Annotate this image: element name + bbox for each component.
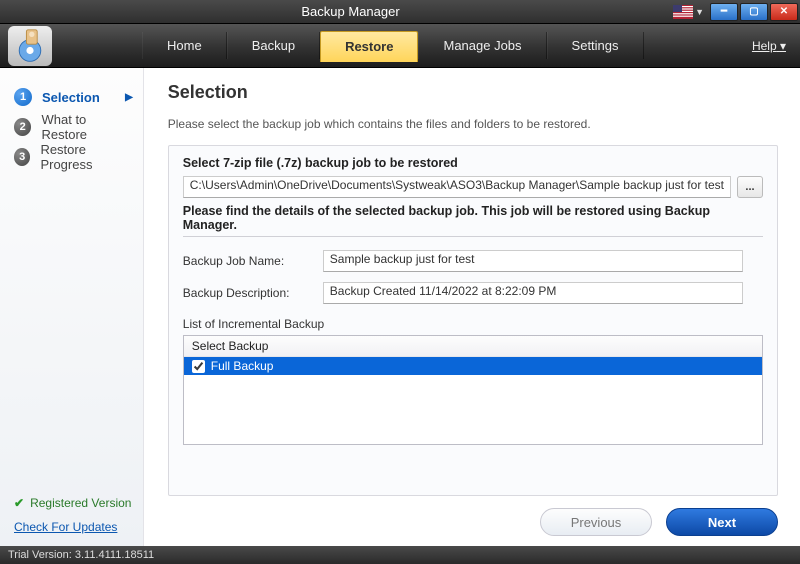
- titlebar: Backup Manager ▼ ━ ▢ ✕: [0, 0, 800, 24]
- tab-backup[interactable]: Backup: [227, 32, 320, 59]
- minimize-button[interactable]: ━: [710, 3, 738, 21]
- tab-manage-jobs[interactable]: Manage Jobs: [418, 32, 546, 59]
- job-name-label: Backup Job Name:: [183, 254, 323, 268]
- page-title: Selection: [168, 82, 778, 103]
- toolbar: Home Backup Restore Manage Jobs Settings…: [0, 24, 800, 68]
- tab-settings[interactable]: Settings: [547, 32, 644, 59]
- select-7z-label: Select 7-zip file (.7z) backup job to be…: [183, 156, 763, 170]
- chevron-down-icon: ▾: [780, 39, 786, 53]
- registered-label: Registered Version: [30, 496, 131, 510]
- step-number-1: 1: [14, 88, 32, 106]
- step-label: Restore Progress: [40, 142, 132, 172]
- step-what-to-restore[interactable]: 2 What to Restore: [0, 112, 143, 142]
- tab-restore[interactable]: Restore: [320, 31, 418, 62]
- job-name-field[interactable]: Sample backup just for test: [323, 250, 743, 272]
- check-updates-link[interactable]: Check For Updates: [14, 520, 135, 534]
- step-selection[interactable]: 1 Selection ▶: [0, 82, 143, 112]
- checkmark-icon: ✔: [14, 496, 24, 510]
- divider: [183, 236, 763, 237]
- step-label: Selection: [42, 90, 100, 105]
- step-restore-progress[interactable]: 3 Restore Progress: [0, 142, 143, 172]
- help-link[interactable]: Help ▾: [752, 39, 786, 53]
- list-item-label: Full Backup: [211, 359, 274, 373]
- wizard-sidebar: 1 Selection ▶ 2 What to Restore 3 Restor…: [0, 68, 144, 546]
- close-button[interactable]: ✕: [770, 3, 798, 21]
- incremental-list-label: List of Incremental Backup: [183, 317, 763, 331]
- registered-status: ✔ Registered Version: [14, 496, 135, 510]
- next-button[interactable]: Next: [666, 508, 778, 536]
- browse-button[interactable]: ...: [737, 176, 763, 198]
- step-label: What to Restore: [41, 112, 132, 142]
- backup-path-input[interactable]: C:\Users\Admin\OneDrive\Documents\Systwe…: [183, 176, 731, 198]
- status-bar: Trial Version: 3.11.4111.18511: [0, 546, 800, 564]
- help-label: Help: [752, 39, 777, 53]
- app-logo-icon: [8, 26, 52, 66]
- description-field[interactable]: Backup Created 11/14/2022 at 8:22:09 PM: [323, 282, 743, 304]
- maximize-button[interactable]: ▢: [740, 3, 768, 21]
- backup-checkbox[interactable]: [192, 360, 205, 373]
- chevron-right-icon: ▶: [125, 92, 133, 103]
- trial-version-text: Trial Version: 3.11.4111.18511: [8, 549, 154, 561]
- incremental-backup-list[interactable]: Select Backup Full Backup: [183, 335, 763, 445]
- details-label: Please find the details of the selected …: [183, 204, 763, 232]
- page-instruction: Please select the backup job which conta…: [168, 117, 778, 131]
- list-item[interactable]: Full Backup: [184, 357, 762, 375]
- previous-button[interactable]: Previous: [540, 508, 652, 536]
- tab-home[interactable]: Home: [142, 32, 227, 59]
- content-area: Selection Please select the backup job w…: [144, 68, 800, 546]
- step-number-3: 3: [14, 148, 30, 166]
- flag-icon[interactable]: [673, 5, 693, 19]
- selection-panel: Select 7-zip file (.7z) backup job to be…: [168, 145, 778, 496]
- description-label: Backup Description:: [183, 286, 323, 300]
- step-number-2: 2: [14, 118, 31, 136]
- language-dropdown-icon[interactable]: ▼: [695, 7, 704, 17]
- list-column-header[interactable]: Select Backup: [184, 336, 762, 357]
- window-title: Backup Manager: [28, 4, 673, 19]
